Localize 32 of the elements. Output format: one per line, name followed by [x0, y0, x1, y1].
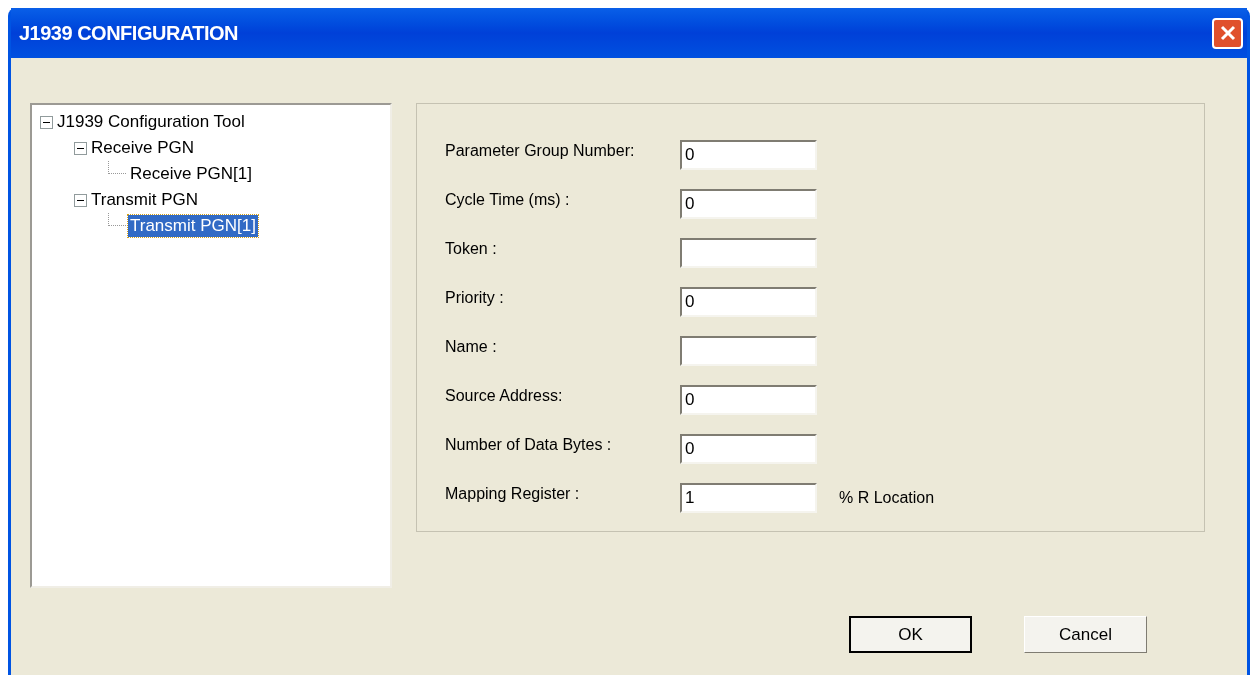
text-field[interactable]: [680, 238, 817, 268]
field-suffix: % R Location: [839, 488, 935, 508]
text-field[interactable]: 0: [680, 287, 817, 317]
field-label: Mapping Register :: [445, 484, 581, 504]
tree-connector-icon: [108, 213, 126, 226]
text-field[interactable]: [680, 336, 817, 366]
close-button[interactable]: [1212, 17, 1243, 49]
field-label: Name :: [445, 337, 498, 357]
field-label: Token :: [445, 239, 498, 259]
collapse-toggle-icon[interactable]: [40, 115, 53, 129]
tree-connector-icon: [108, 161, 126, 174]
tree-item[interactable]: Receive PGN: [89, 137, 196, 159]
tree-item[interactable]: Receive PGN[1]: [128, 163, 254, 185]
text-field[interactable]: 0: [680, 189, 817, 219]
field-label: Source Address:: [445, 386, 564, 406]
text-field[interactable]: 1: [680, 483, 817, 513]
tree-item[interactable]: Transmit PGN: [89, 189, 201, 211]
tree-item[interactable]: J1939 Configuration Tool: [55, 111, 247, 133]
text-field[interactable]: 0: [680, 434, 817, 464]
tree-item[interactable]: Transmit PGN[1]: [128, 215, 258, 237]
field-label: Cycle Time (ms) :: [445, 190, 571, 210]
dialog-button[interactable]: OK: [849, 616, 972, 653]
field-label: Number of Data Bytes :: [445, 435, 613, 455]
field-label: Parameter Group Number:: [445, 141, 636, 161]
window-title: J1939 CONFIGURATION: [19, 21, 239, 46]
dialog-button[interactable]: Cancel: [1024, 616, 1147, 653]
collapse-toggle-icon[interactable]: [74, 141, 87, 155]
close-icon: [1218, 24, 1237, 42]
text-field[interactable]: 0: [680, 140, 817, 170]
collapse-toggle-icon[interactable]: [74, 193, 87, 207]
field-label: Priority :: [445, 288, 505, 308]
text-field[interactable]: 0: [680, 385, 817, 415]
